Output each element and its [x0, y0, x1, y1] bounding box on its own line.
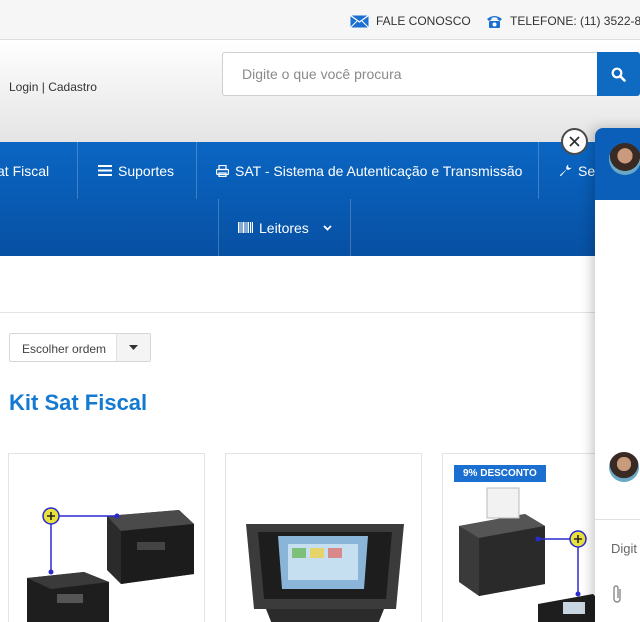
- chat-input[interactable]: Digit: [611, 541, 637, 556]
- nav-item-sat-fiscal[interactable]: at Fiscal: [0, 142, 49, 199]
- login-link[interactable]: Login: [9, 80, 38, 94]
- sort-select[interactable]: Escolher ordem: [9, 333, 151, 362]
- nav-label: Suportes: [118, 162, 175, 179]
- caret-down-icon: [129, 345, 138, 350]
- sort-label: Escolher ordem: [22, 342, 107, 356]
- nav-item-leitores[interactable]: Leitores: [238, 199, 338, 256]
- page: FALE CONOSCO TELEFONE: (11) 3522-81 Logi…: [0, 0, 640, 622]
- contact-label: FALE CONOSCO: [376, 14, 471, 28]
- search-bar: [222, 52, 640, 96]
- close-icon: [569, 136, 580, 147]
- nav-label: Se: [578, 162, 596, 179]
- chat-close-button[interactable]: [561, 128, 588, 155]
- nav-divider: [350, 199, 351, 256]
- chevron-down-icon: [323, 224, 332, 231]
- phone-info: TELEFONE: (11) 3522-81: [486, 12, 640, 30]
- product-image: [27, 507, 194, 622]
- nav-label: SAT - Sistema de Autenticação e Transmis…: [235, 162, 523, 179]
- product-image: [246, 524, 404, 622]
- nav-divider: [77, 142, 78, 199]
- register-link[interactable]: Cadastro: [48, 80, 97, 94]
- search-icon: [611, 67, 626, 82]
- phone-label: TELEFONE: (11) 3522-81: [510, 14, 640, 28]
- wrench-icon: [559, 164, 572, 177]
- product-card[interactable]: [225, 453, 422, 622]
- contact-link[interactable]: FALE CONOSCO: [350, 12, 471, 30]
- paperclip-icon[interactable]: [611, 584, 623, 604]
- nav-label: Leitores: [259, 219, 309, 236]
- printer-icon: [216, 164, 229, 177]
- search-input[interactable]: [222, 52, 597, 96]
- nav-item-sat[interactable]: SAT - Sistema de Autenticação e Transmis…: [216, 142, 522, 199]
- account-links: Login | Cadastro: [9, 80, 97, 94]
- discount-badge: 9% DESCONTO: [454, 465, 546, 482]
- nav-label: at Fiscal: [0, 162, 50, 179]
- product-card[interactable]: 9% DESCONTO: [442, 453, 602, 622]
- phone-icon: [487, 15, 502, 28]
- list-icon: [98, 165, 112, 176]
- agent-avatar: [609, 452, 639, 482]
- top-bar: FALE CONOSCO TELEFONE: (11) 3522-81: [0, 0, 640, 40]
- nav-divider: [196, 142, 197, 199]
- chat-header: [595, 128, 640, 200]
- nav-item-suportes[interactable]: Suportes: [98, 142, 174, 199]
- sort-caret[interactable]: [116, 334, 150, 361]
- header: Login | Cadastro: [0, 40, 640, 142]
- chat-widget[interactable]: Digit: [595, 128, 640, 622]
- envelope-icon: [350, 14, 369, 28]
- chat-divider: [595, 519, 640, 520]
- content-divider: [0, 312, 640, 313]
- page-title: Kit Sat Fiscal: [9, 390, 148, 415]
- agent-avatar: [609, 143, 640, 175]
- barcode-icon: [238, 222, 253, 233]
- product-card[interactable]: [8, 453, 205, 622]
- separator: |: [41, 80, 45, 94]
- nav-divider: [218, 199, 219, 256]
- main-nav: at Fiscal Suportes SAT - Sistema de Aute…: [0, 142, 640, 256]
- search-button[interactable]: [597, 52, 640, 96]
- nav-divider: [538, 142, 539, 199]
